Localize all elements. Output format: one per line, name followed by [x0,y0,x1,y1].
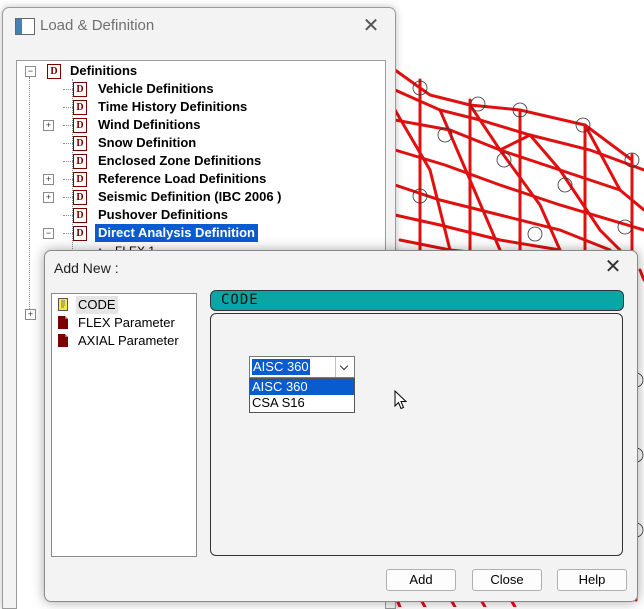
code-section-header-label: CODE [221,292,259,308]
list-item-label: CODE [76,296,118,314]
tree-item-wind-definitions[interactable]: + D Wind Definitions [43,116,373,134]
tree-item-label: Wind Definitions [98,117,201,132]
tree-connector-line [63,107,73,108]
app-window-icon [15,18,35,35]
list-item-label: AXIAL Parameter [78,333,179,348]
tree-item-direct-analysis-definition[interactable]: − D Direct Analysis Definition [43,224,373,242]
code-option-csa-s16[interactable]: CSA S16 [250,395,354,411]
list-item-label: FLEX Parameter [78,315,175,330]
tree-item-label: Snow Definition [98,135,197,150]
definition-d-icon: D [73,154,87,169]
definition-d-icon: D [73,190,87,205]
add-new-dialog: Add New : ✕ CODE FLEX Parameter AXIAL Pa… [44,250,638,602]
chevron-down-icon[interactable] [335,357,354,377]
tree-connector-line [63,89,73,90]
collapse-icon[interactable]: − [43,228,54,239]
definition-d-icon: D [47,64,61,79]
parameter-document-icon [58,316,68,329]
code-document-icon [58,298,68,311]
close-icon[interactable]: ✕ [359,14,383,38]
tree-connector-line [63,143,73,144]
definition-d-icon: D [73,82,87,97]
code-dropdown-list: AISC 360 CSA S16 [249,378,355,413]
definition-d-icon: D [73,100,87,115]
tree-root-label: Definitions [70,63,138,78]
tree-item-snow-definition[interactable]: D Snow Definition [63,134,373,152]
tree-item-label: Enclosed Zone Definitions [98,153,262,168]
definition-d-icon: D [73,172,87,187]
tree-item-label: Vehicle Definitions [98,81,214,96]
load-definition-title: Load & Definition [40,17,155,34]
expand-icon[interactable]: + [25,309,36,320]
parameter-document-icon [58,334,68,347]
tree-item-reference-load-definitions[interactable]: + D Reference Load Definitions [43,170,373,188]
tree-item-label: Direct Analysis Definition [95,224,258,242]
definition-d-icon: D [73,118,87,133]
code-section-header: CODE [210,290,624,311]
help-button[interactable]: Help [557,569,627,591]
tree-connector-line [63,233,73,234]
code-content-panel: AISC 360 AISC 360 CSA S16 [210,313,623,556]
expand-icon[interactable]: + [43,192,54,203]
tree-connector-line [63,161,73,162]
tree-connector-line [63,125,73,126]
tree-connector-line [63,215,73,216]
tree-item-label: Time History Definitions [98,99,248,114]
expand-icon[interactable]: + [43,120,54,131]
tree-item-label: Reference Load Definitions [98,171,267,186]
tree-item-vehicle-definitions[interactable]: D Vehicle Definitions [63,80,373,98]
collapse-icon[interactable]: − [25,66,36,77]
load-definition-titlebar: Load & Definition ✕ [3,8,395,46]
tree-item-label: Seismic Definition (IBC 2006 ) [98,189,282,204]
code-option-aisc-360[interactable]: AISC 360 [250,379,354,395]
expand-icon[interactable]: + [43,174,54,185]
tree-connector-line [29,77,30,315]
tree-item-pushover-definitions[interactable]: D Pushover Definitions [63,206,373,224]
tree-item-label: Pushover Definitions [98,207,229,222]
tree-item-time-history-definitions[interactable]: D Time History Definitions [63,98,373,116]
add-new-title: Add New : [54,260,119,276]
definition-d-icon: D [73,208,87,223]
definition-d-icon: D [73,136,87,151]
code-select[interactable]: AISC 360 [249,356,355,378]
close-button[interactable]: Close [472,569,542,591]
add-button[interactable]: Add [386,569,456,591]
tree-item-seismic-definition[interactable]: + D Seismic Definition (IBC 2006 ) [43,188,373,206]
tree-root-definitions[interactable]: − D Definitions [25,62,165,80]
tree-connector-line [63,197,73,198]
tree-connector-line [63,179,73,180]
tree-item-enclosed-zone-definitions[interactable]: D Enclosed Zone Definitions [63,152,373,170]
close-icon[interactable]: ✕ [601,255,625,279]
mouse-cursor-icon [394,390,408,410]
definition-d-icon: D [73,226,87,241]
add-new-item-list: CODE FLEX Parameter AXIAL Parameter [51,293,197,557]
code-select-value: AISC 360 [252,359,310,375]
